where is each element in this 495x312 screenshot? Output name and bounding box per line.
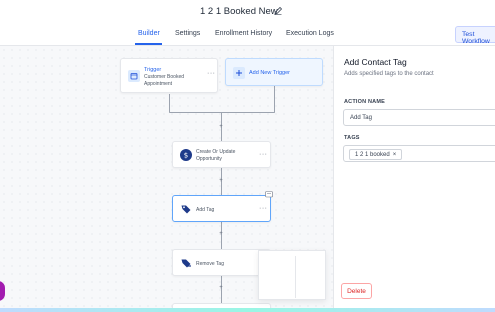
action-node-remove-tag[interactable]: Remove Tag xyxy=(172,249,271,276)
trigger-subtitle: Customer Booked Appointment xyxy=(144,74,185,87)
action-settings-panel xyxy=(333,46,495,312)
action-name-value: Add Tag xyxy=(350,115,372,121)
node-label: Create Or Update Opportunity xyxy=(196,149,236,162)
workflow-title[interactable]: 1 2 1 Booked New xyxy=(200,6,278,17)
node-label: Add Tag xyxy=(196,207,215,213)
pencil-icon[interactable] xyxy=(273,6,283,16)
add-step-plus-icon[interactable]: + xyxy=(218,285,224,291)
svg-text:$: $ xyxy=(184,151,188,159)
dollar-icon: $ xyxy=(180,149,192,161)
add-new-trigger-label: Add New Trigger xyxy=(249,70,290,76)
more-options-icon[interactable]: ··· xyxy=(259,151,268,158)
more-options-icon[interactable]: ··· xyxy=(259,205,268,212)
delete-button[interactable]: Delete xyxy=(341,283,372,299)
trigger-title: Trigger xyxy=(144,67,162,73)
add-new-trigger-button[interactable]: Add New Trigger xyxy=(225,58,323,86)
tags-label: TAGS xyxy=(344,135,360,141)
action-node-opportunity[interactable]: $ Create Or Update Opportunity ··· xyxy=(172,141,271,168)
connector-line xyxy=(169,112,275,113)
connector-line xyxy=(169,94,170,112)
test-workflow-button[interactable]: Test Workflow xyxy=(455,26,495,45)
action-name-label: ACTION NAME xyxy=(344,99,386,105)
node-popover xyxy=(258,250,326,300)
tab-execution-logs[interactable]: Execution Logs xyxy=(286,30,334,37)
tag-chip-label: 1 2 1 booked xyxy=(355,152,390,158)
add-step-plus-icon[interactable]: + xyxy=(218,231,224,237)
remove-tag-icon xyxy=(181,259,191,268)
plus-icon xyxy=(233,67,245,79)
add-step-plus-icon[interactable]: + xyxy=(218,178,224,184)
calendar-icon xyxy=(128,70,140,82)
action-name-input[interactable]: Add Tag xyxy=(343,109,495,126)
tab-settings[interactable]: Settings xyxy=(175,30,200,37)
panel-title: Add Contact Tag xyxy=(344,57,407,67)
tab-builder[interactable]: Builder xyxy=(138,30,160,37)
panel-subtitle: Adds specified tags to the contact xyxy=(344,71,434,77)
bottom-strip xyxy=(0,308,495,312)
top-bar: 1 2 1 Booked New xyxy=(0,0,495,22)
popover-divider xyxy=(295,256,296,298)
more-options-icon[interactable]: ··· xyxy=(207,70,216,77)
comment-icon[interactable] xyxy=(265,191,273,199)
action-node-add-tag[interactable]: Add Tag ··· xyxy=(172,195,271,222)
connector-line xyxy=(274,86,275,112)
tag-chip: 1 2 1 booked × xyxy=(349,149,403,160)
tab-enrollment-history[interactable]: Enrollment History xyxy=(215,30,272,37)
tags-input[interactable]: 1 2 1 booked × xyxy=(343,145,495,162)
tab-bar: Builder Settings Enrollment History Exec… xyxy=(0,22,495,46)
node-label: Remove Tag xyxy=(196,261,224,267)
add-step-plus-icon[interactable]: + xyxy=(218,124,224,130)
trigger-node[interactable]: Trigger Customer Booked Appointment ··· xyxy=(120,58,218,93)
remove-chip-icon[interactable]: × xyxy=(393,152,397,158)
tag-icon xyxy=(181,205,191,214)
active-tab-indicator xyxy=(135,43,162,45)
